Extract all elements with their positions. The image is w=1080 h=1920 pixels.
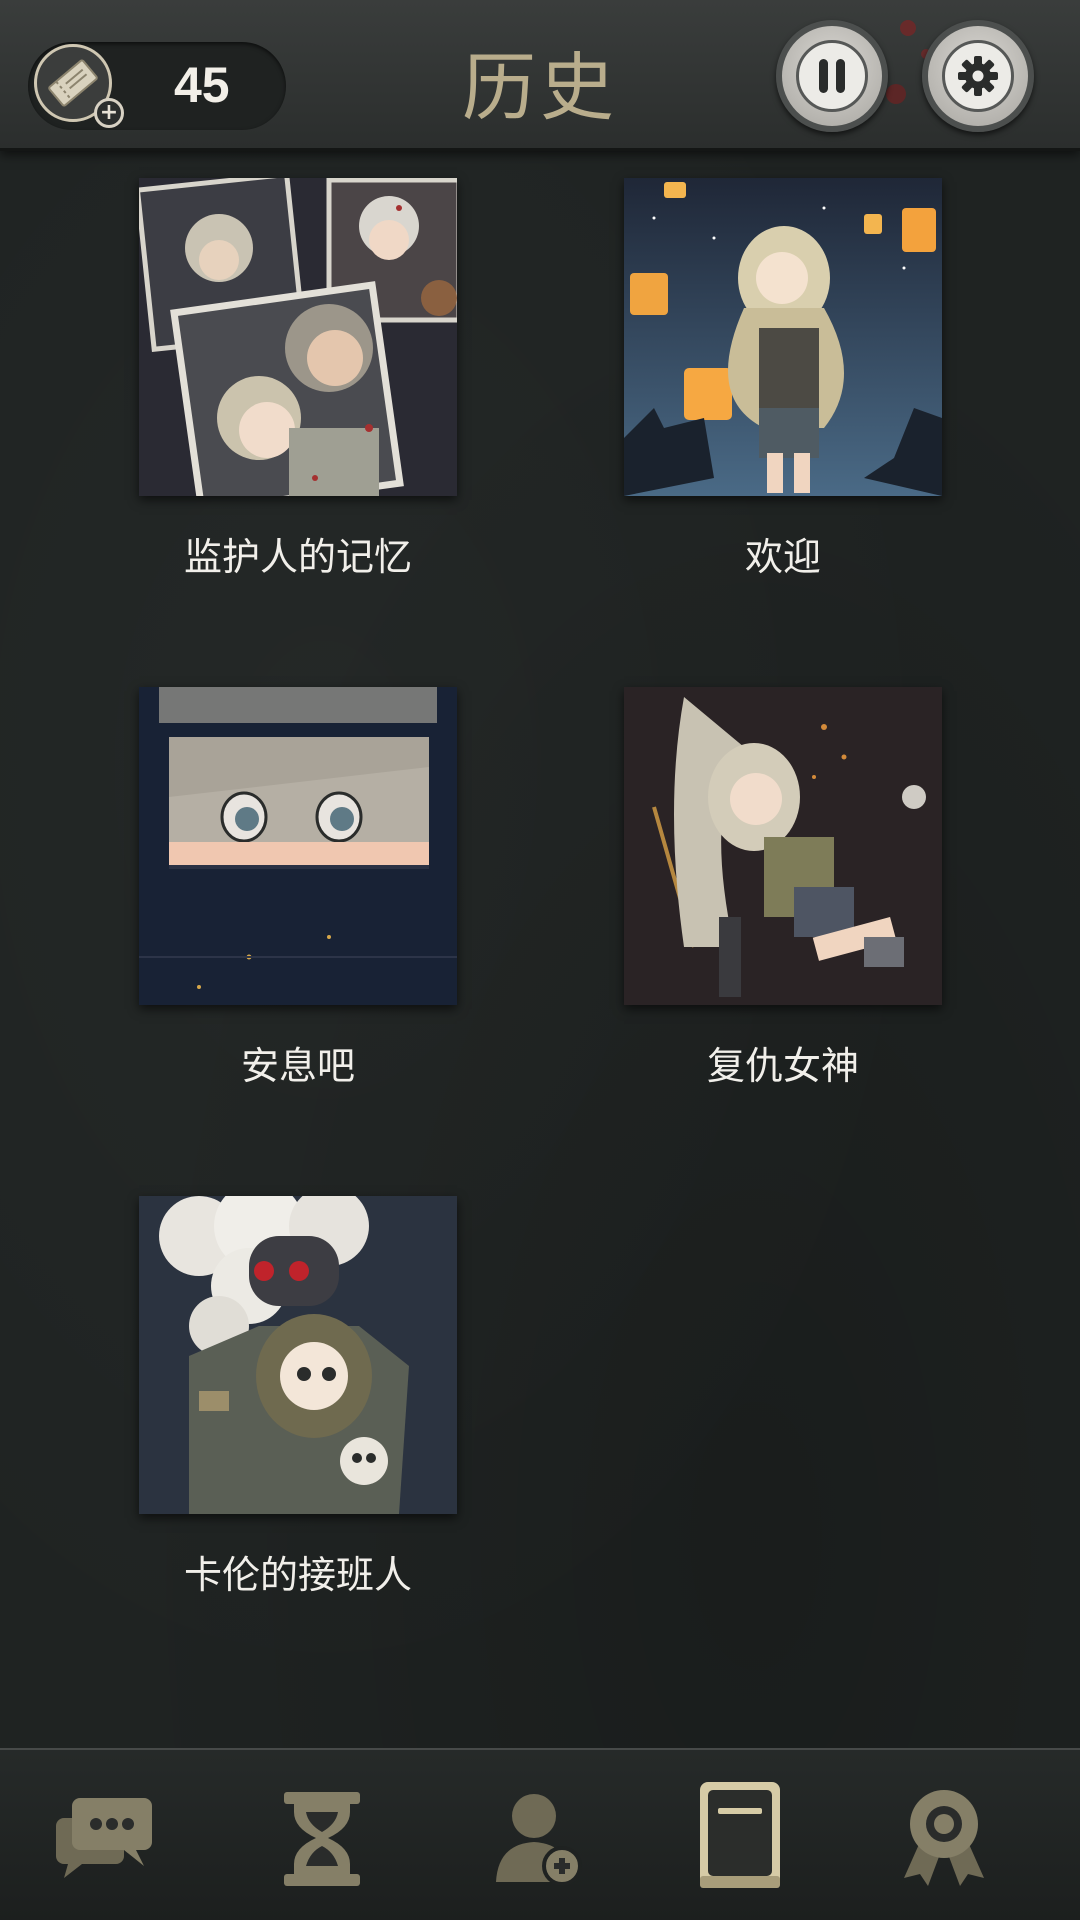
bottom-nav-bar bbox=[0, 1748, 1080, 1920]
story-thumbnail-guardian-memory[interactable] bbox=[139, 178, 457, 496]
story-thumbnail-nemesis[interactable] bbox=[624, 687, 942, 1005]
nav-tab-chat[interactable] bbox=[46, 1778, 166, 1898]
story-title: 欢迎 bbox=[744, 535, 821, 579]
nav-tab-add-friend[interactable] bbox=[478, 1778, 598, 1898]
story-title: 卡伦的接班人 bbox=[183, 1553, 412, 1597]
chat-bubbles-icon bbox=[56, 1798, 152, 1878]
settings-button[interactable] bbox=[922, 20, 1034, 132]
story-card[interactable]: 安息吧 bbox=[139, 687, 457, 1088]
story-card[interactable]: 欢迎 bbox=[624, 178, 942, 579]
add-friend-icon bbox=[496, 1794, 582, 1886]
book-icon bbox=[700, 1782, 780, 1888]
story-thumbnail-successor[interactable] bbox=[139, 1196, 457, 1514]
story-thumbnail-welcome[interactable] bbox=[624, 178, 942, 496]
story-card[interactable]: 卡伦的接班人 bbox=[139, 1196, 457, 1597]
page-title: 历史 bbox=[462, 45, 618, 131]
history-screen: + 45 历史 监护人的记忆 欢迎 安息吧 复仇女神 卡伦的接班人 bbox=[0, 0, 1080, 1920]
nav-tab-achievements[interactable] bbox=[884, 1778, 1004, 1898]
nav-tab-history[interactable] bbox=[678, 1778, 798, 1898]
story-title: 安息吧 bbox=[240, 1044, 355, 1088]
pause-icon bbox=[796, 40, 868, 112]
medal-icon bbox=[904, 1790, 984, 1886]
top-bar: + 45 历史 bbox=[0, 0, 1080, 151]
story-card[interactable]: 复仇女神 bbox=[624, 687, 942, 1088]
nav-tab-time[interactable] bbox=[262, 1778, 382, 1898]
gear-icon bbox=[942, 40, 1014, 112]
hourglass-icon bbox=[284, 1792, 360, 1886]
ticket-count: 45 bbox=[174, 57, 230, 113]
add-ticket-icon[interactable]: + bbox=[94, 98, 124, 128]
story-thumbnail-rest-in-peace[interactable] bbox=[139, 687, 457, 1005]
pause-button[interactable] bbox=[776, 20, 888, 132]
story-card[interactable]: 监护人的记忆 bbox=[139, 178, 457, 579]
ticket-counter[interactable]: + 45 bbox=[28, 42, 286, 130]
story-title: 监护人的记忆 bbox=[183, 535, 412, 579]
story-title: 复仇女神 bbox=[706, 1044, 859, 1088]
